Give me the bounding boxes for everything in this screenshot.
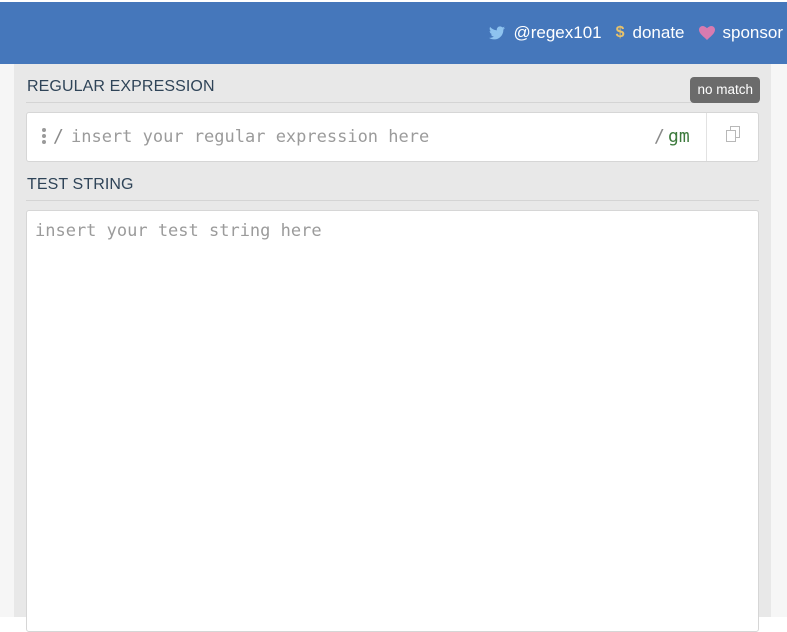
regex-open-delimiter: / (53, 126, 64, 147)
regex-divider (26, 102, 759, 103)
regex-section-title: REGULAR EXPRESSION (27, 78, 215, 95)
test-divider (26, 200, 759, 201)
regex-close-delimiter: / (654, 126, 665, 147)
editor-panel: REGULAR EXPRESSION no match / / gm TEST … (14, 64, 771, 632)
regex-input[interactable] (71, 124, 641, 150)
page-background: REGULAR EXPRESSION no match / / gm TEST … (0, 64, 787, 632)
dollar-icon: $ (615, 24, 625, 41)
twitter-icon (489, 26, 506, 40)
twitter-link[interactable]: @regex101 (489, 23, 602, 43)
sponsor-link[interactable]: sponsor (698, 23, 783, 43)
heart-icon (698, 26, 715, 40)
header-bar: @regex101 $ donate sponsor (0, 2, 787, 64)
twitter-label: @regex101 (513, 23, 602, 42)
donate-link[interactable]: $ donate (616, 23, 685, 43)
test-string-editor (26, 210, 759, 632)
regex-flags[interactable]: gm (668, 126, 690, 147)
regex-editor: / / gm (26, 112, 759, 162)
test-string-input[interactable] (35, 221, 747, 601)
copy-regex-button[interactable] (706, 113, 758, 161)
match-status-badge: no match (690, 77, 760, 103)
copy-icon (725, 126, 741, 148)
donate-label: donate (632, 23, 685, 42)
drag-handle-icon[interactable] (42, 128, 46, 144)
sponsor-label: sponsor (722, 23, 783, 42)
test-section-title: TEST STRING (27, 176, 134, 193)
header-links: @regex101 $ donate sponsor (475, 2, 783, 64)
